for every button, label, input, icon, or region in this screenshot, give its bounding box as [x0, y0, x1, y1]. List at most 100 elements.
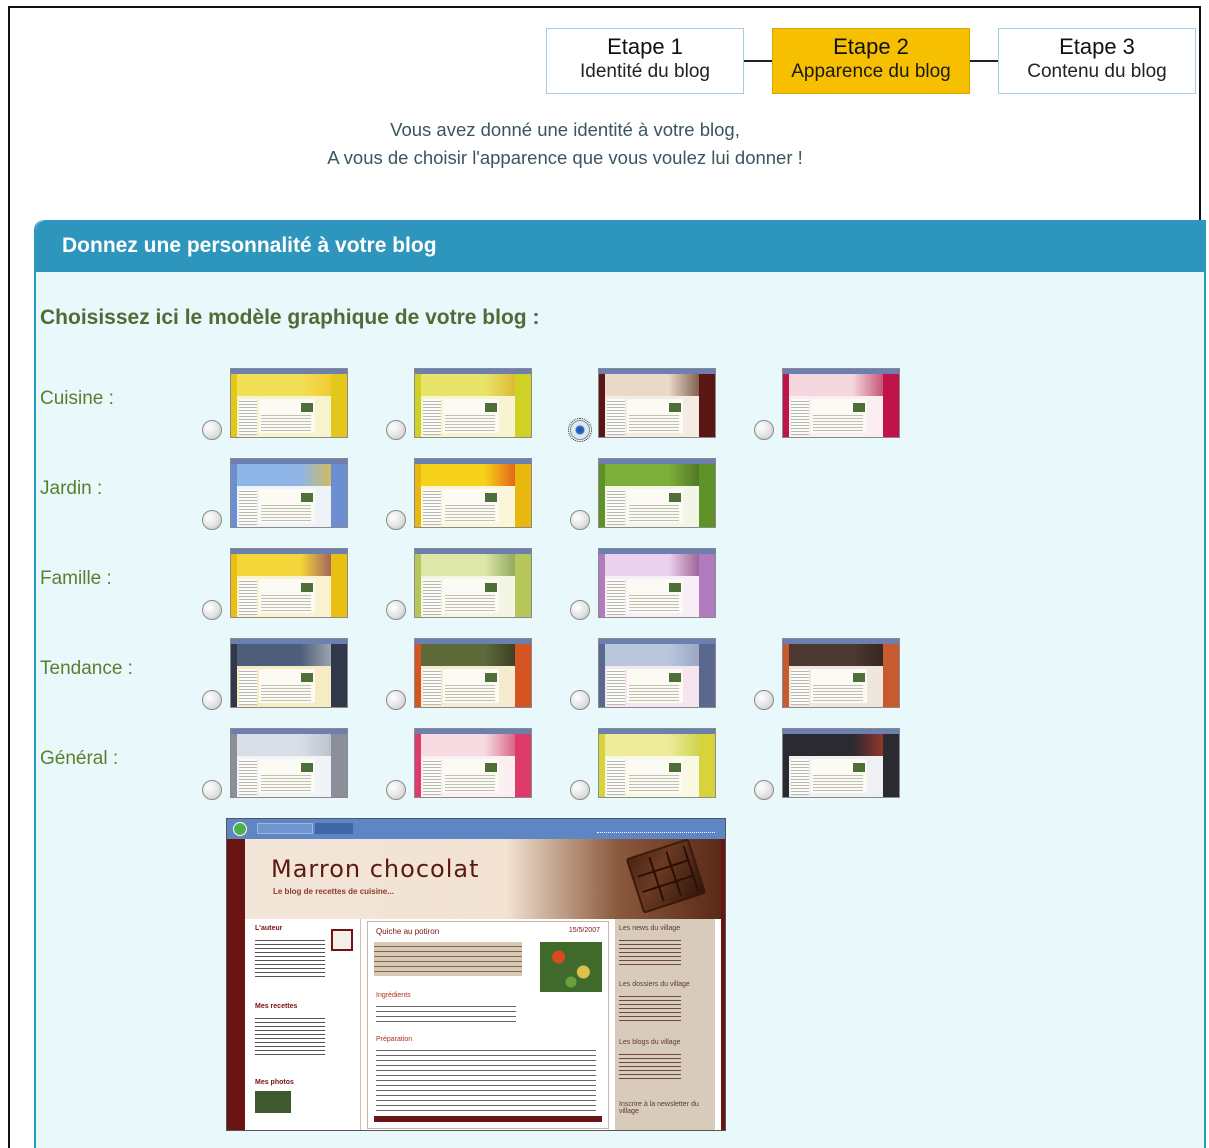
- thumb-lines: [261, 593, 311, 611]
- theme-option[interactable]: [754, 728, 904, 800]
- thumb-column: [423, 489, 441, 525]
- thumb-sidebar: [331, 374, 347, 437]
- thumb-banner: [415, 464, 531, 486]
- preview-preparation: Préparation: [376, 1036, 413, 1043]
- thumb-column: [607, 759, 625, 795]
- theme-option[interactable]: [570, 638, 720, 710]
- step-3-label: Contenu du blog: [1027, 61, 1167, 82]
- thumb-banner: [231, 644, 347, 666]
- theme-radio[interactable]: [568, 418, 592, 442]
- thumb-banner: [231, 464, 347, 486]
- theme-thumbnail[interactable]: [598, 458, 716, 528]
- thumb-lines: [445, 593, 495, 611]
- theme-radio[interactable]: [202, 510, 222, 530]
- thumb-sidebar: [515, 644, 531, 707]
- theme-option[interactable]: [386, 368, 536, 440]
- step-2[interactable]: Etape 2 Apparence du blog: [772, 28, 970, 94]
- preview-top-links: [597, 824, 715, 833]
- theme-thumbnail[interactable]: [598, 548, 716, 618]
- thumb-left-border: [599, 464, 605, 527]
- theme-option[interactable]: [386, 458, 536, 530]
- theme-option[interactable]: [202, 458, 352, 530]
- panel-subtitle: Choisissez ici le modèle graphique de vo…: [40, 306, 540, 329]
- theme-radio[interactable]: [570, 780, 590, 800]
- theme-option[interactable]: [754, 368, 904, 440]
- thumb-lines: [445, 503, 495, 521]
- preview-search-button: [315, 823, 353, 834]
- theme-radio[interactable]: [386, 420, 406, 440]
- thumb-column: [423, 399, 441, 435]
- theme-option[interactable]: [202, 548, 352, 620]
- thumb-image: [669, 673, 681, 682]
- theme-radio[interactable]: [754, 780, 774, 800]
- thumb-column: [239, 489, 257, 525]
- theme-option[interactable]: [570, 728, 720, 800]
- theme-radio[interactable]: [386, 780, 406, 800]
- theme-radio[interactable]: [386, 690, 406, 710]
- theme-thumbnail[interactable]: [230, 728, 348, 798]
- theme-radio[interactable]: [754, 690, 774, 710]
- thumb-left-border: [599, 734, 605, 797]
- thumb-left-border: [599, 644, 605, 707]
- thumb-column: [239, 399, 257, 435]
- theme-radio[interactable]: [202, 780, 222, 800]
- theme-radio[interactable]: [570, 600, 590, 620]
- thumb-lines: [261, 773, 311, 791]
- theme-option[interactable]: [386, 548, 536, 620]
- theme-thumbnail[interactable]: [230, 638, 348, 708]
- theme-thumbnail[interactable]: [598, 638, 716, 708]
- theme-radio[interactable]: [754, 420, 774, 440]
- theme-thumbnail[interactable]: [414, 458, 532, 528]
- step-1[interactable]: Etape 1 Identité du blog: [546, 28, 744, 94]
- category-label: Tendance :: [40, 658, 133, 679]
- theme-option[interactable]: [386, 638, 536, 710]
- theme-thumbnail[interactable]: [230, 548, 348, 618]
- theme-thumbnail[interactable]: [414, 548, 532, 618]
- theme-radio[interactable]: [202, 690, 222, 710]
- preview-section-recipes: Mes recettes: [255, 1003, 298, 1010]
- thumb-column: [423, 759, 441, 795]
- thumb-banner: [599, 374, 715, 396]
- theme-radio[interactable]: [202, 600, 222, 620]
- theme-radio[interactable]: [570, 510, 590, 530]
- preview-post-title: Quiche au potiron: [376, 927, 440, 936]
- theme-thumbnail[interactable]: [598, 728, 716, 798]
- thumb-image: [485, 493, 497, 502]
- theme-option[interactable]: [568, 368, 720, 442]
- theme-option[interactable]: [754, 638, 904, 710]
- thumb-image: [301, 403, 313, 412]
- thumb-left-border: [231, 644, 237, 707]
- thumb-left-border: [231, 374, 237, 437]
- theme-radio[interactable]: [570, 690, 590, 710]
- step-3[interactable]: Etape 3 Contenu du blog: [998, 28, 1196, 94]
- thumb-image: [669, 493, 681, 502]
- theme-thumbnail[interactable]: [414, 638, 532, 708]
- thumb-image: [669, 763, 681, 772]
- theme-option[interactable]: [570, 548, 720, 620]
- thumb-sidebar: [699, 464, 715, 527]
- theme-thumbnail[interactable]: [414, 728, 532, 798]
- theme-option[interactable]: [570, 458, 720, 530]
- theme-radio[interactable]: [386, 510, 406, 530]
- thumb-sidebar: [331, 464, 347, 527]
- theme-thumbnail[interactable]: [782, 728, 900, 798]
- theme-thumbnail[interactable]: [782, 368, 900, 438]
- theme-option[interactable]: [202, 638, 352, 710]
- theme-thumbnail[interactable]: [230, 458, 348, 528]
- thumb-column: [423, 669, 441, 705]
- theme-thumbnail[interactable]: [598, 368, 716, 438]
- thumb-sidebar: [331, 554, 347, 617]
- theme-thumbnail[interactable]: [230, 368, 348, 438]
- thumb-left-border: [415, 374, 421, 437]
- steps-progress: Etape 1 Identité du blog Etape 2 Apparen…: [546, 28, 1196, 94]
- theme-thumbnail[interactable]: [414, 368, 532, 438]
- step-1-number: Etape 1: [607, 34, 683, 59]
- theme-radio[interactable]: [386, 600, 406, 620]
- theme-option[interactable]: [386, 728, 536, 800]
- theme-option[interactable]: [202, 368, 352, 440]
- thumb-lines: [629, 593, 679, 611]
- theme-thumbnail[interactable]: [782, 638, 900, 708]
- thumb-left-border: [415, 644, 421, 707]
- theme-option[interactable]: [202, 728, 352, 800]
- theme-radio[interactable]: [202, 420, 222, 440]
